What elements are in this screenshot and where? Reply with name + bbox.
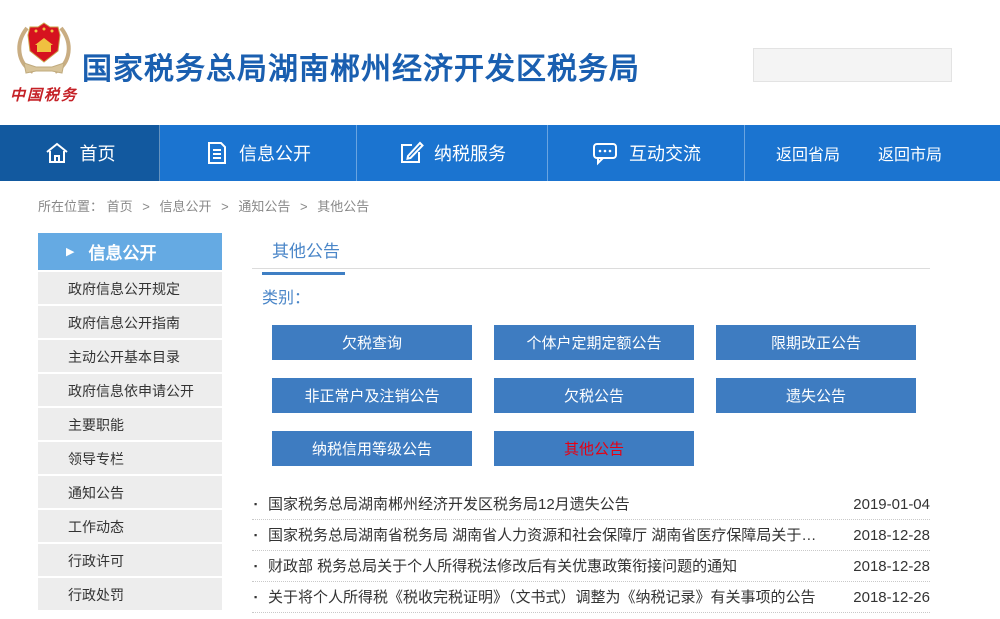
sidebar-item-disclosure-guide[interactable]: 政府信息公开指南: [38, 304, 222, 338]
category-button-loss[interactable]: 遗失公告: [716, 378, 916, 413]
announcement-date: 2019-01-04: [853, 489, 930, 520]
announcement-row: ▪ 国家税务总局湖南郴州经济开发区税务局12月遗失公告 2019-01-04: [252, 489, 930, 520]
announcement-row: ▪ 财政部 税务总局关于个人所得税法修改后有关优惠政策衔接问题的通知 2018-…: [252, 551, 930, 582]
search-input[interactable]: [753, 48, 952, 82]
announcement-link[interactable]: 国家税务总局湖南省税务局 湖南省人力资源和社会保障厅 湖南省医疗保障局关于机关.…: [268, 520, 828, 551]
main-content: 其他公告 类别： 欠税查询 个体户定期定额公告 限期改正公告 非正常户及注销公告…: [252, 233, 930, 613]
home-icon: [44, 141, 70, 165]
announcement-row: ▪ 国家税务总局湖南省税务局 湖南省人力资源和社会保障厅 湖南省医疗保障局关于机…: [252, 520, 930, 551]
breadcrumb-separator: >: [221, 199, 229, 214]
nav-item-label: 信息公开: [239, 140, 311, 166]
announcement-list: ▪ 国家税务总局湖南郴州经济开发区税务局12月遗失公告 2019-01-04 ▪…: [252, 489, 930, 613]
category-button-tax-arrears[interactable]: 欠税公告: [494, 378, 694, 413]
sidebar-item-main-functions[interactable]: 主要职能: [38, 406, 222, 440]
breadcrumb-other[interactable]: 其他公告: [317, 199, 369, 214]
breadcrumb-info[interactable]: 信息公开: [160, 199, 212, 214]
announcement-row: ▪ 关于将个人所得税《税收完税证明》（文书式）调整为《纳税记录》有关事项的公告 …: [252, 582, 930, 613]
nav-item-home[interactable]: 首页: [0, 125, 160, 181]
sidebar-item-leadership[interactable]: 领导专栏: [38, 440, 222, 474]
sidebar-header-info-disclosure[interactable]: ▶ 信息公开: [38, 233, 222, 270]
breadcrumb-prefix: 所在位置：: [38, 199, 103, 214]
breadcrumb-notices[interactable]: 通知公告: [238, 199, 290, 214]
tab-row: 其他公告: [252, 233, 930, 269]
sidebar-item-proactive-catalog[interactable]: 主动公开基本目录: [38, 338, 222, 372]
bullet-icon: ▪: [254, 582, 257, 613]
breadcrumb-home[interactable]: 首页: [107, 199, 133, 214]
sidebar: ▶ 信息公开 政府信息公开规定 政府信息公开指南 主动公开基本目录 政府信息依申…: [38, 233, 222, 610]
tax-emblem-icon: [12, 18, 76, 82]
search-box: [753, 48, 947, 82]
pen-icon: [398, 140, 424, 166]
announcement-date: 2018-12-28: [853, 520, 930, 551]
breadcrumb: 所在位置： 首页 > 信息公开 > 通知公告 > 其他公告: [38, 196, 369, 215]
category-button-abnormal-cancellation[interactable]: 非正常户及注销公告: [272, 378, 472, 413]
category-button-credit-rating[interactable]: 纳税信用等级公告: [272, 431, 472, 466]
nav-item-label: 纳税服务: [434, 140, 506, 166]
sidebar-item-notices[interactable]: 通知公告: [38, 474, 222, 508]
triangle-right-icon: ▶: [66, 245, 74, 258]
site-logo[interactable]: 中国税务: [8, 18, 80, 105]
bullet-icon: ▪: [254, 489, 257, 520]
category-button-fixed-quota[interactable]: 个体户定期定额公告: [494, 325, 694, 360]
sidebar-item-admin-penalties[interactable]: 行政处罚: [38, 576, 222, 610]
sidebar-item-disclosure-rules[interactable]: 政府信息公开规定: [38, 270, 222, 304]
nav-right-links: 返回省局 返回市局: [745, 125, 1000, 181]
category-label: 类别：: [262, 287, 930, 311]
nav-item-label: 互动交流: [629, 140, 701, 166]
category-button-tax-arrears-query[interactable]: 欠税查询: [272, 325, 472, 360]
announcement-link[interactable]: 财政部 税务总局关于个人所得税法修改后有关优惠政策衔接问题的通知: [268, 551, 737, 582]
category-button-correction-deadline[interactable]: 限期改正公告: [716, 325, 916, 360]
nav-item-info-disclosure[interactable]: 信息公开: [160, 125, 357, 181]
chat-bubble-icon: [591, 140, 619, 166]
back-to-city-link[interactable]: 返回市局: [878, 141, 942, 165]
announcement-link[interactable]: 关于将个人所得税《税收完税证明》（文书式）调整为《纳税记录》有关事项的公告: [268, 582, 816, 613]
announcement-date: 2018-12-28: [853, 551, 930, 582]
page-header: 中国税务 国家税务总局湖南郴州经济开发区税务局: [0, 0, 1000, 125]
bullet-icon: ▪: [254, 551, 257, 582]
sidebar-item-work-updates[interactable]: 工作动态: [38, 508, 222, 542]
sidebar-item-disclosure-on-request[interactable]: 政府信息依申请公开: [38, 372, 222, 406]
logo-caption: 中国税务: [8, 84, 80, 105]
announcement-date: 2018-12-26: [853, 582, 930, 613]
breadcrumb-separator: >: [142, 199, 150, 214]
breadcrumb-separator: >: [300, 199, 308, 214]
main-nav: 首页 信息公开 纳税服务 互动交流 返回省局 返回市局: [0, 125, 1000, 181]
page-title: 国家税务总局湖南郴州经济开发区税务局: [82, 44, 640, 88]
document-icon: [205, 140, 229, 166]
announcement-link[interactable]: 国家税务总局湖南郴州经济开发区税务局12月遗失公告: [268, 489, 630, 520]
bullet-icon: ▪: [254, 520, 257, 551]
back-to-province-link[interactable]: 返回省局: [776, 141, 840, 165]
sidebar-header-label: 信息公开: [88, 239, 156, 264]
sidebar-item-admin-permits[interactable]: 行政许可: [38, 542, 222, 576]
nav-item-label: 首页: [80, 140, 116, 166]
nav-item-interaction[interactable]: 互动交流: [548, 125, 745, 181]
category-button-other-selected[interactable]: 其他公告: [494, 431, 694, 466]
nav-item-tax-service[interactable]: 纳税服务: [357, 125, 548, 181]
category-button-grid: 欠税查询 个体户定期定额公告 限期改正公告 非正常户及注销公告 欠税公告 遗失公…: [272, 325, 930, 466]
tab-other-announcements[interactable]: 其他公告: [262, 237, 345, 275]
